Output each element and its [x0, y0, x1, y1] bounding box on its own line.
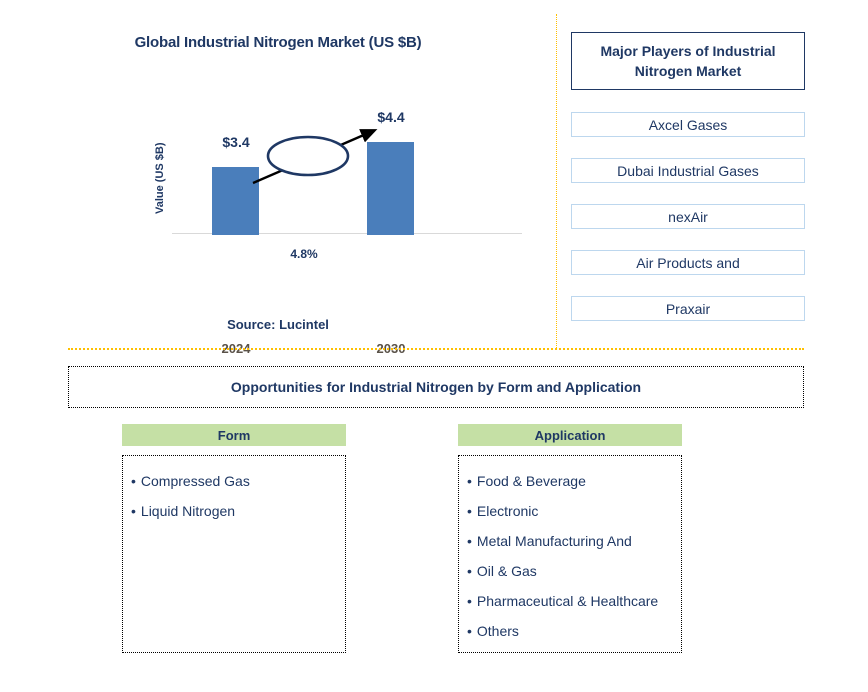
player-item[interactable]: Praxair	[571, 296, 805, 321]
list-item-label: Metal Manufacturing And	[476, 533, 632, 549]
list-item-label: Electronic	[476, 503, 539, 519]
bullet-icon: •	[131, 473, 136, 489]
list-item: • Oil & Gas	[467, 556, 677, 586]
list-item-label: Pharmaceutical & Healthcare	[476, 593, 659, 609]
cagr-arrow-annotation	[252, 129, 378, 185]
bullet-icon: •	[467, 623, 472, 639]
list-item-label: Food & Beverage	[476, 473, 586, 489]
list-item: • Others	[467, 616, 677, 646]
vertical-divider	[556, 14, 557, 348]
bullet-icon: •	[467, 533, 472, 549]
source-note: Source: Lucintel	[227, 317, 329, 332]
list-item-label: Liquid Nitrogen	[140, 503, 236, 519]
bar-2024	[212, 167, 259, 235]
player-item[interactable]: Air Products and	[571, 250, 805, 275]
player-item[interactable]: Axcel Gases	[571, 112, 805, 137]
chart-title: Global Industrial Nitrogen Market (US $B…	[134, 34, 422, 51]
player-item[interactable]: Dubai Industrial Gases	[571, 158, 805, 183]
segment-header-form: Form	[122, 424, 346, 446]
list-item: • Metal Manufacturing And	[467, 526, 677, 556]
list-item: • Electronic	[467, 496, 677, 526]
chart-plot-area: $3.4 $4.4 2024 2030 4.8%	[155, 105, 525, 356]
market-chart-panel: Global Industrial Nitrogen Market (US $B…	[0, 0, 556, 356]
segment-list-form: • Compressed Gas • Liquid Nitrogen	[122, 455, 346, 653]
list-item: • Food & Beverage	[467, 466, 677, 496]
list-item: • Liquid Nitrogen	[131, 496, 341, 526]
bullet-icon: •	[131, 503, 136, 519]
bullet-icon: •	[467, 503, 472, 519]
segment-list-application: • Food & Beverage • Electronic • Metal Manu…	[458, 455, 682, 653]
list-item: • Pharmaceutical & Healthcare	[467, 586, 677, 616]
list-item-label: Others	[476, 623, 519, 639]
bullet-icon: •	[467, 593, 472, 609]
list-item-label: Oil & Gas	[476, 563, 537, 579]
opportunities-banner: Opportunities for Industrial Nitrogen by…	[68, 366, 804, 408]
player-item[interactable]: nexAir	[571, 204, 805, 229]
bullet-icon: •	[467, 473, 472, 489]
horizontal-divider	[68, 348, 804, 350]
segment-header-application: Application	[458, 424, 682, 446]
bullet-icon: •	[467, 563, 472, 579]
list-item-label: Compressed Gas	[140, 473, 250, 489]
cagr-value-label: 4.8%	[290, 247, 318, 261]
major-players-header: Major Players of Industrial Nitrogen Mar…	[571, 32, 805, 90]
list-item: • Compressed Gas	[131, 466, 341, 496]
